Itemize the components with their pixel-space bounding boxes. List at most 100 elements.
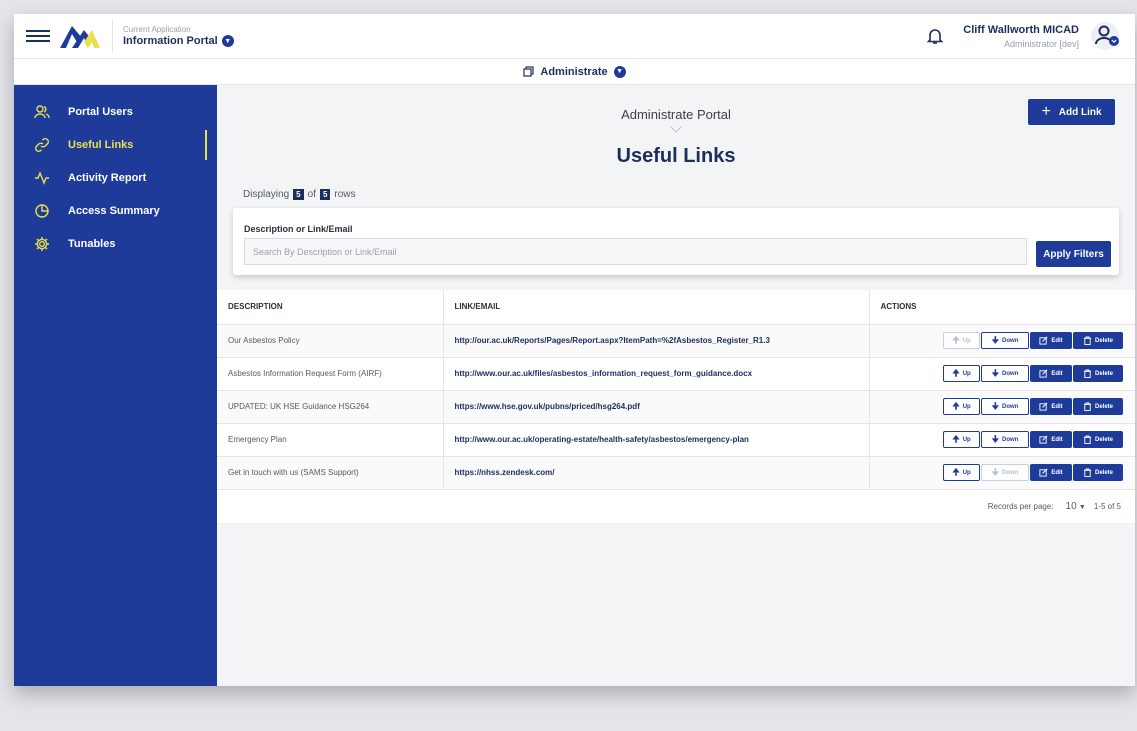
menu-icon[interactable] [26,27,50,45]
move-up-button[interactable]: 🠉 Up [943,332,980,349]
chevron-down-icon[interactable]: ▼ [221,35,234,47]
row-actions: 🠉 Up 🠋 Down Edit Delete [868,423,1135,457]
edit-icon [1039,402,1048,411]
move-down-label: Down [1002,436,1019,443]
caret-down-icon: ▼ [1078,503,1086,511]
sidebar-item-label: Useful Links [68,138,134,151]
sidebar-item-label: Access Summary [68,204,160,217]
move-down-label: Down [1002,469,1019,476]
user-info[interactable]: Cliff Wallworth MICAD Administrator [dev… [963,24,1079,49]
delete-button[interactable]: Delete [1073,431,1123,448]
edit-label: Edit [1051,337,1063,344]
delete-button[interactable]: Delete [1073,398,1123,415]
row-link[interactable]: http://www.our.ac.uk/files/asbestos_info… [442,357,869,391]
delete-label: Delete [1094,370,1113,377]
row-count: Displaying 5 of 5 rows [243,189,356,200]
move-down-button[interactable]: 🠋 Down [981,431,1029,448]
move-down-button[interactable]: 🠋 Down [981,332,1029,349]
delete-label: Delete [1094,403,1113,410]
arrow-down-icon: 🠋 [991,367,1000,378]
row-link[interactable]: https://www.hse.gov.uk/pubns/priced/hsg2… [442,390,869,424]
edit-button[interactable]: Edit [1030,365,1072,382]
avatar-icon[interactable] [1087,21,1123,51]
sidebar-item-tunables[interactable]: Tunables [14,227,217,260]
row-actions: 🠉 Up 🠋 Down Edit Delete [868,390,1135,424]
gear-icon [35,236,49,251]
edit-icon [1039,435,1048,444]
pie-chart-icon [35,203,49,218]
edit-icon [1039,369,1048,378]
column-header-link[interactable]: LINK/EMAIL [442,290,869,325]
trash-icon [1083,369,1092,378]
records-per-page-select[interactable]: 10 ▼ [1062,501,1086,512]
trash-icon [1083,402,1092,411]
delete-label: Delete [1094,337,1113,344]
divider [112,20,113,52]
delete-button[interactable]: Delete [1073,365,1123,382]
move-down-button[interactable]: 🠋 Down [981,398,1029,415]
row-link[interactable]: http://our.ac.uk/Reports/Pages/Report.as… [442,324,869,358]
bell-icon[interactable] [925,26,945,46]
move-up-button[interactable]: 🠉 Up [943,431,980,448]
row-link[interactable]: https://nhss.zendesk.com/ [442,456,869,490]
column-header-description[interactable]: DESCRIPTION [217,290,443,325]
table-row: Our Asbestos Policy http://our.ac.uk/Repo… [217,324,1135,358]
edit-label: Edit [1051,370,1063,377]
arrow-up-icon: 🠉 [952,466,960,477]
edit-button[interactable]: Edit [1030,464,1072,481]
sidebar-item-activity-report[interactable]: Activity Report [14,161,217,194]
sidebar-item-portal-users[interactable]: Portal Users [14,95,217,128]
copy-icon [523,66,534,77]
move-up-button[interactable]: 🠉 Up [943,365,980,382]
row-description: Emergency Plan [217,423,443,457]
chevron-down-icon[interactable]: ▼ [613,65,626,78]
arrow-down-icon: 🠋 [991,433,1000,444]
user-role: Administrator [dev] [1003,38,1079,49]
delete-button[interactable]: Delete [1073,332,1123,349]
trash-icon [1083,435,1092,444]
records-per-page-label: Records per page: [987,501,1054,511]
move-down-button[interactable]: 🠋 Down [981,464,1029,481]
move-down-label: Down [1002,337,1019,344]
arrow-up-icon: 🠉 [952,433,960,444]
administrate-menu[interactable]: Administrate [540,66,607,78]
row-description: Our Asbestos Policy [217,324,443,358]
delete-button[interactable]: Delete [1073,464,1123,481]
row-link[interactable]: http://www.our.ac.uk/operating-estate/he… [442,423,869,457]
table-row: Asbestos Information Request Form (AIRF)… [217,357,1135,391]
displaying-label: Displaying [243,189,290,200]
row-actions: 🠉 Up 🠋 Down Edit Delete [868,324,1135,358]
table-row: Emergency Plan http://www.our.ac.uk/opera… [217,423,1135,457]
edit-button[interactable]: Edit [1030,431,1072,448]
displaying-of: of [307,189,316,200]
apply-filters-button[interactable]: Apply Filters [1036,241,1111,267]
move-up-button[interactable]: 🠉 Up [943,398,980,415]
move-up-button[interactable]: 🠉 Up [943,464,980,481]
row-actions: 🠉 Up 🠋 Down Edit Delete [868,357,1135,391]
breadcrumb-pointer [670,121,682,133]
arrow-down-icon: 🠋 [991,466,1000,477]
filter-label: Description or Link/Email [244,224,353,234]
edit-label: Edit [1051,436,1063,443]
edit-button[interactable]: Edit [1030,332,1072,349]
edit-button[interactable]: Edit [1030,398,1072,415]
app-name: Information Portal [123,35,218,47]
pagination: Records per page: 10 ▼ 1-5 of 5 [217,490,1135,523]
move-down-label: Down [1002,403,1019,410]
move-up-label: Up [962,370,971,377]
sidebar-item-label: Activity Report [68,171,147,184]
arrow-up-icon: 🠉 [952,334,960,345]
sidebar-item-access-summary[interactable]: Access Summary [14,194,217,227]
row-description: Asbestos Information Request Form (AIRF) [217,357,443,391]
sidebar-item-useful-links[interactable]: Useful Links [14,128,217,161]
displaying-total: 5 [319,189,331,200]
displaying-suffix: rows [334,189,356,200]
app-selector[interactable]: Current Application Information Portal ▼ [123,25,234,47]
search-input[interactable] [244,238,1027,265]
add-link-button[interactable]: + Add Link [1028,99,1115,125]
move-down-button[interactable]: 🠋 Down [981,365,1029,382]
move-up-label: Up [962,469,971,476]
column-header-actions: ACTIONS [868,290,1135,325]
arrow-down-icon: 🠋 [991,400,1000,411]
arrow-up-icon: 🠉 [952,367,960,378]
